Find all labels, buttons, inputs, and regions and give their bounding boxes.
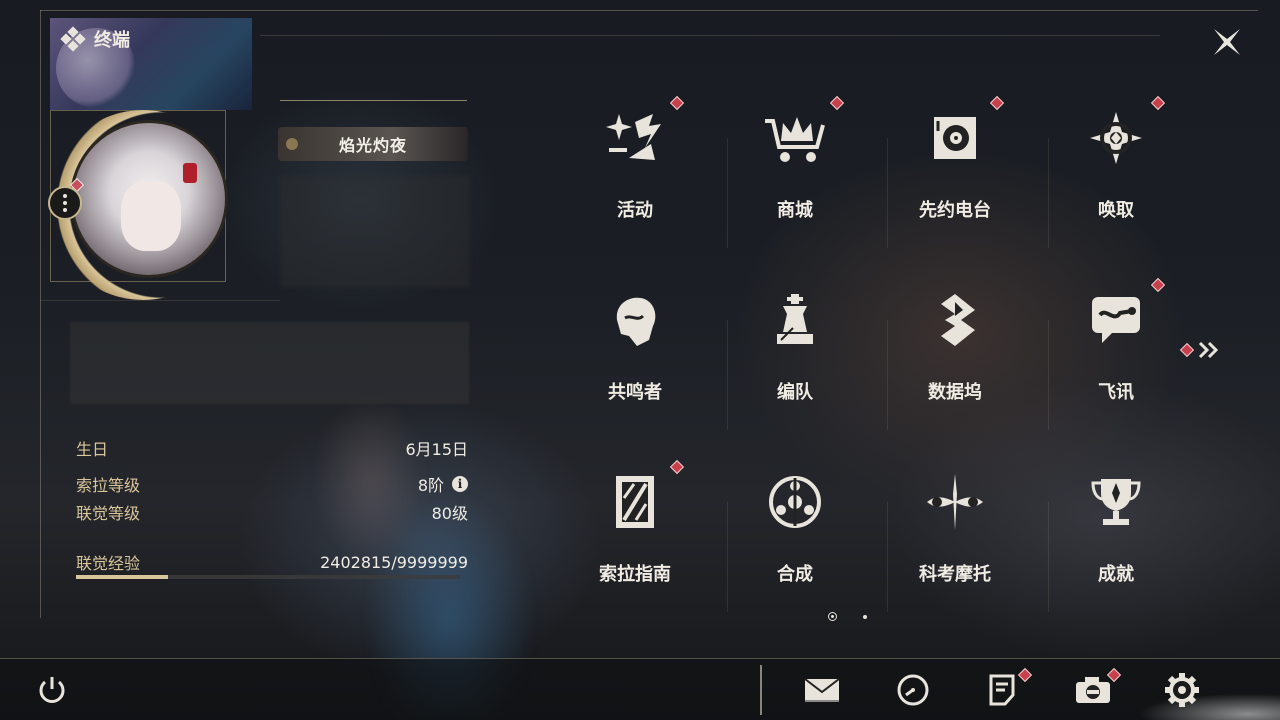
player-name-badge: 焰光灼夜 xyxy=(278,127,468,161)
notes-button[interactable] xyxy=(980,667,1033,710)
chat-bubble-icon xyxy=(1076,280,1156,360)
grid-divider xyxy=(887,138,888,248)
exp-progress-bar xyxy=(76,575,460,579)
menu-item-label: 先约电台 xyxy=(919,200,991,221)
frame-line xyxy=(260,35,1160,36)
avatar[interactable] xyxy=(70,120,228,278)
history-button[interactable] xyxy=(891,670,935,710)
page-dot-active[interactable] xyxy=(828,612,837,621)
settings-button[interactable] xyxy=(1160,670,1204,710)
crown-cart-icon xyxy=(755,98,835,178)
camera-icon xyxy=(1076,677,1110,703)
menu-item-label: 科考摩托 xyxy=(919,564,991,585)
notes-icon xyxy=(989,674,1015,706)
page-indicator xyxy=(828,612,867,621)
stat-value: 80级 xyxy=(431,504,468,523)
menu-item-sparkle[interactable]: 活动 xyxy=(575,95,695,248)
trophy-icon xyxy=(1076,462,1156,542)
blurred-region xyxy=(70,322,469,404)
stat-union-level: 联觉等级 80级 xyxy=(76,500,468,524)
compass-star-icon xyxy=(1076,98,1156,178)
next-page-button[interactable] xyxy=(1179,338,1222,362)
grid-divider xyxy=(727,320,728,430)
menu-item-chat-bubble[interactable]: 飞讯 xyxy=(1056,277,1176,430)
grid-divider xyxy=(1048,138,1049,248)
grid-divider xyxy=(1048,320,1049,430)
menu-item-label: 数据坞 xyxy=(928,382,982,403)
clock-icon xyxy=(897,674,929,706)
menu-item-crown-cart[interactable]: 商城 xyxy=(735,95,855,248)
exp-progress-fill xyxy=(76,575,169,579)
player-name: 焰光灼夜 xyxy=(338,136,407,155)
stat-value: 2402815/9999999 xyxy=(320,552,468,572)
stat-value: 8阶 xyxy=(417,476,444,495)
stat-birthday: 生日 6月15日 xyxy=(76,436,468,460)
frame-line xyxy=(40,10,1258,11)
power-icon xyxy=(39,677,65,703)
grid-divider xyxy=(887,502,888,612)
mail-button[interactable] xyxy=(800,670,844,710)
data-dock-icon xyxy=(915,280,995,360)
menu-item-label: 共鸣者 xyxy=(608,382,662,403)
mail-icon xyxy=(804,678,840,702)
menu-item-character-head[interactable]: 共鸣者 xyxy=(575,280,695,430)
blurred-region xyxy=(280,175,470,287)
stat-label: 索拉等级 xyxy=(76,476,141,495)
menu-item-label: 唤取 xyxy=(1098,200,1134,221)
menu-item-label: 飞讯 xyxy=(1098,382,1134,403)
double-chevron-right-icon xyxy=(1198,341,1219,359)
more-dots-icon xyxy=(63,194,67,198)
power-button[interactable] xyxy=(30,670,74,710)
page-dot[interactable] xyxy=(863,614,867,619)
menu-item-label: 活动 xyxy=(617,200,653,221)
grid-divider xyxy=(887,320,888,430)
menu-item-label: 索拉指南 xyxy=(599,564,671,585)
synthesis-icon xyxy=(755,462,835,542)
info-icon[interactable]: i xyxy=(452,476,468,492)
title-label: 终端 xyxy=(94,30,130,51)
menu-item-chess-piece[interactable]: 编队 xyxy=(735,280,855,430)
menu-item-radio[interactable]: 先约电台 xyxy=(895,95,1015,248)
divider xyxy=(280,100,467,101)
window-title: 终端 xyxy=(60,26,130,52)
menu-item-motorbike[interactable]: 科考摩托 xyxy=(895,462,1015,612)
badge-gem-icon xyxy=(286,138,298,150)
menu-item-synthesis[interactable]: 合成 xyxy=(735,462,855,612)
stat-union-exp: 联觉经验 2402815/9999999 xyxy=(76,550,468,574)
stat-value: 6月15日 xyxy=(405,440,468,459)
settings-icon xyxy=(1165,673,1199,707)
stat-label: 生日 xyxy=(76,440,109,459)
radio-icon xyxy=(915,98,995,178)
menu-item-label: 成就 xyxy=(1098,564,1134,585)
grid-divider xyxy=(727,138,728,248)
menu-item-label: 商城 xyxy=(777,200,813,221)
chess-piece-icon xyxy=(755,280,835,360)
divider xyxy=(760,665,762,715)
character-head-icon xyxy=(595,280,675,360)
diamond-cluster-icon xyxy=(60,26,86,52)
stat-sola-level: 索拉等级 8阶 i xyxy=(76,472,468,496)
stat-label: 联觉等级 xyxy=(76,504,141,523)
more-options-button[interactable] xyxy=(48,186,82,220)
motorbike-icon xyxy=(915,462,995,542)
sparkle-icon xyxy=(595,98,675,178)
stat-label: 联觉经验 xyxy=(76,554,141,573)
menu-item-label: 编队 xyxy=(777,382,813,403)
grid-divider xyxy=(1048,502,1049,612)
menu-item-guide-book[interactable]: 索拉指南 xyxy=(575,459,695,612)
notification-dot xyxy=(1179,342,1195,358)
close-icon xyxy=(1214,29,1240,55)
frame-line xyxy=(40,10,41,618)
menu-item-trophy[interactable]: 成就 xyxy=(1056,462,1176,612)
close-button[interactable] xyxy=(1205,22,1249,62)
grid-divider xyxy=(727,502,728,612)
camera-button[interactable] xyxy=(1071,667,1122,710)
menu-item-label: 合成 xyxy=(777,564,813,585)
menu-item-data-dock[interactable]: 数据坞 xyxy=(895,280,1015,430)
menu-item-compass-star[interactable]: 唤取 xyxy=(1056,95,1176,248)
guide-book-icon xyxy=(595,462,675,542)
divider xyxy=(40,300,280,301)
